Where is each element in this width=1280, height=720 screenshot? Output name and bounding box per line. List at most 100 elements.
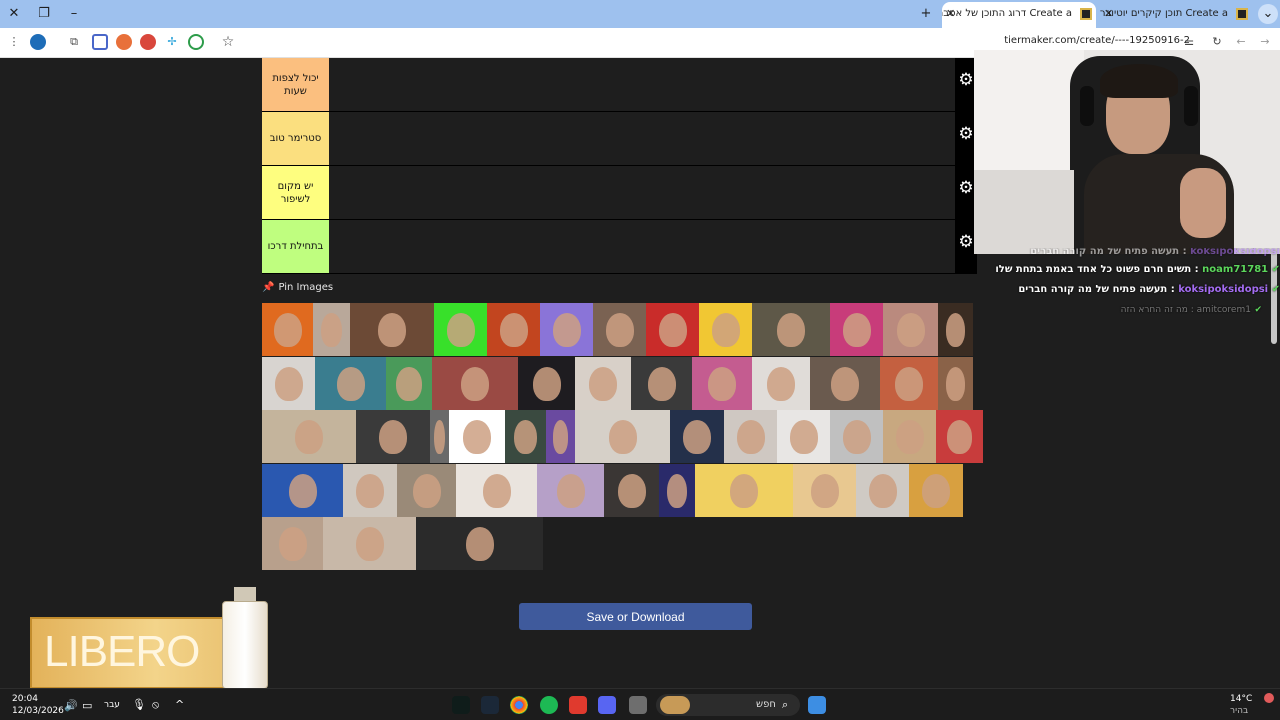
- app-icon[interactable]: [569, 696, 587, 714]
- tier-item-image[interactable]: [343, 463, 397, 517]
- site-settings-icon[interactable]: ⚌: [1181, 34, 1197, 50]
- browser-tab[interactable]: ✕ Create a תוכן קיקרים יוטיוברים: [1100, 2, 1252, 28]
- tier-item-image[interactable]: [397, 463, 456, 517]
- back-icon[interactable]: ←: [1233, 34, 1249, 50]
- forward-icon[interactable]: →: [1257, 34, 1273, 50]
- tier-row[interactable]: יש מקום לשיפור: [262, 166, 955, 220]
- steam-app-icon[interactable]: [481, 696, 499, 714]
- obs-app-icon[interactable]: [452, 696, 470, 714]
- tier-item-image[interactable]: [752, 356, 810, 410]
- tier-label[interactable]: יש מקום לשיפור: [262, 166, 329, 219]
- tier-item-image[interactable]: [724, 410, 777, 463]
- tier-item-image[interactable]: [575, 410, 670, 463]
- tier-item-image[interactable]: [752, 303, 830, 356]
- reload-icon[interactable]: ↻: [1209, 34, 1225, 50]
- restore-icon[interactable]: ❐: [34, 4, 54, 24]
- extension-icon[interactable]: [116, 34, 132, 50]
- tier-item-image[interactable]: [386, 356, 432, 410]
- tier-item-image[interactable]: [313, 303, 350, 356]
- notification-muted-icon[interactable]: ⦸: [152, 698, 159, 712]
- tier-row[interactable]: סטרימר טוב: [262, 112, 955, 166]
- tier-item-image[interactable]: [434, 303, 487, 356]
- tier-item-image[interactable]: [830, 303, 883, 356]
- save-or-download-button[interactable]: Save or Download: [519, 603, 752, 630]
- discord-app-icon[interactable]: [598, 696, 616, 714]
- weather-temp[interactable]: 14°C: [1230, 694, 1252, 704]
- tier-item-image[interactable]: [546, 410, 575, 463]
- tier-label[interactable]: סטרימר טוב: [262, 112, 329, 165]
- tier-item-image[interactable]: [323, 517, 416, 570]
- tier-item-image[interactable]: [315, 356, 386, 410]
- tier-label[interactable]: יכול לצפות שעות: [262, 58, 329, 111]
- microphone-icon[interactable]: 🎙: [132, 698, 146, 711]
- tier-item-image[interactable]: [646, 303, 699, 356]
- tier-item-image[interactable]: [518, 356, 575, 410]
- network-icon[interactable]: ▭: [82, 699, 92, 712]
- file-explorer-icon[interactable]: [629, 696, 647, 714]
- tier-label[interactable]: בתחילת דרכו: [262, 220, 329, 273]
- tier-item-image[interactable]: [695, 463, 793, 517]
- tier-item-image[interactable]: [692, 356, 752, 410]
- clock-date[interactable]: 12/03/2026: [12, 706, 64, 716]
- notification-badge[interactable]: [1264, 693, 1274, 703]
- tier-item-image[interactable]: [262, 356, 315, 410]
- menu-icon[interactable]: ⋮: [6, 34, 22, 50]
- tier-item-image[interactable]: [909, 463, 963, 517]
- tier-row[interactable]: יכול לצפות שעות: [262, 58, 955, 112]
- language-indicator[interactable]: עבר: [104, 700, 120, 710]
- browser-tab-active[interactable]: ✕ Create a דרוג התוכן של אסברלנד: [942, 2, 1096, 28]
- profile-icon[interactable]: [30, 34, 46, 50]
- tier-item-image[interactable]: [575, 356, 631, 410]
- tier-item-image[interactable]: [456, 463, 537, 517]
- tier-item-image[interactable]: [432, 356, 518, 410]
- tier-item-image[interactable]: [880, 356, 938, 410]
- pin-images-toggle[interactable]: 📌 Pin Images: [262, 282, 333, 293]
- volume-icon[interactable]: 🔊: [64, 699, 78, 712]
- tier-item-image[interactable]: [505, 410, 546, 463]
- tab-close-icon[interactable]: ✕: [946, 2, 955, 26]
- extensions-icon[interactable]: ⧉: [66, 34, 82, 50]
- tier-item-image[interactable]: [631, 356, 692, 410]
- tier-item-image[interactable]: [830, 410, 883, 463]
- bookmark-star-icon[interactable]: ☆: [220, 34, 236, 50]
- extension-icon[interactable]: ✢: [164, 34, 180, 50]
- tier-item-image[interactable]: [604, 463, 659, 517]
- tier-item-image[interactable]: [487, 303, 540, 356]
- windows-start-icon[interactable]: [808, 696, 826, 714]
- taskbar-search[interactable]: חפש ⌕: [656, 694, 800, 716]
- tier-item-image[interactable]: [793, 463, 856, 517]
- address-bar[interactable]: tiermaker.com/create/----19250916-2: [1004, 35, 1190, 46]
- tier-item-image[interactable]: [856, 463, 909, 517]
- tier-item-image[interactable]: [938, 356, 973, 410]
- spotify-app-icon[interactable]: [540, 696, 558, 714]
- tab-close-icon[interactable]: ✕: [1104, 2, 1113, 26]
- tier-row[interactable]: בתחילת דרכו: [262, 220, 955, 274]
- tier-item-image[interactable]: [262, 517, 323, 570]
- extension-icon[interactable]: [92, 34, 108, 50]
- tier-item-image[interactable]: [350, 303, 434, 356]
- tier-item-image[interactable]: [670, 410, 724, 463]
- tab-search-icon[interactable]: ⌄: [1258, 4, 1278, 24]
- tier-item-image[interactable]: [810, 356, 880, 410]
- tier-item-image[interactable]: [430, 410, 449, 463]
- tier-item-image[interactable]: [883, 303, 938, 356]
- tier-item-image[interactable]: [593, 303, 646, 356]
- minimize-icon[interactable]: –: [64, 4, 84, 24]
- new-tab-icon[interactable]: +: [916, 4, 936, 24]
- weather-desc[interactable]: בהיר: [1230, 706, 1248, 716]
- tier-item-image[interactable]: [777, 410, 830, 463]
- tier-item-image[interactable]: [416, 517, 543, 570]
- close-icon[interactable]: ✕: [4, 4, 24, 24]
- tier-item-image[interactable]: [262, 463, 343, 517]
- extension-icon[interactable]: [188, 34, 204, 50]
- tier-item-image[interactable]: [262, 303, 313, 356]
- tier-item-image[interactable]: [356, 410, 430, 463]
- chrome-app-icon[interactable]: [510, 696, 528, 714]
- tier-item-image[interactable]: [883, 410, 936, 463]
- extension-icon[interactable]: [140, 34, 156, 50]
- tray-chevron-icon[interactable]: ^: [175, 698, 184, 711]
- tier-item-image[interactable]: [449, 410, 505, 463]
- tier-item-image[interactable]: [537, 463, 604, 517]
- tier-item-image[interactable]: [936, 410, 983, 463]
- clock-time[interactable]: 20:04: [12, 694, 38, 704]
